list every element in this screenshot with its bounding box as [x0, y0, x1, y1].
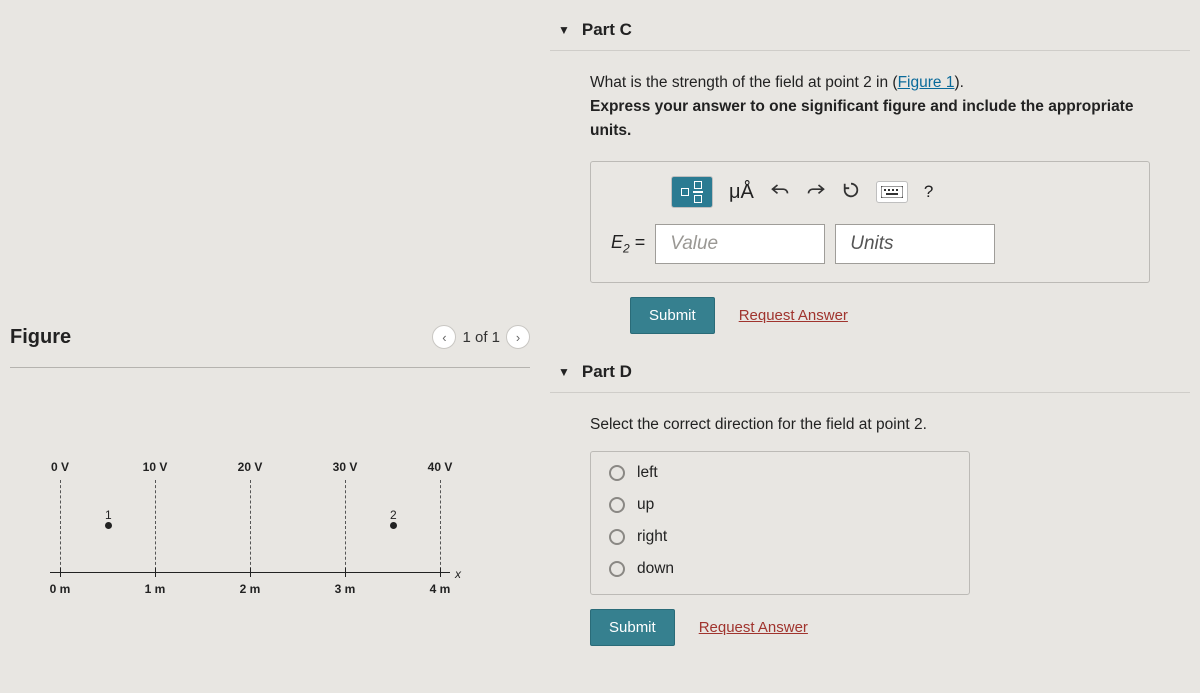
- undo-icon: [770, 182, 790, 198]
- radio-icon: [609, 561, 625, 577]
- figure-next-button[interactable]: ›: [506, 325, 530, 349]
- vline-label: 0 V: [51, 460, 69, 474]
- figure-counter: 1 of 1: [462, 329, 500, 346]
- keyboard-button[interactable]: [876, 181, 908, 203]
- part-c-instruction: Express your answer to one significant f…: [590, 95, 1170, 143]
- option-up[interactable]: up: [609, 496, 951, 514]
- submit-button-d[interactable]: Submit: [590, 609, 675, 646]
- point-2-label: 2: [390, 508, 397, 522]
- units-input[interactable]: Units: [835, 224, 995, 264]
- submit-button-c[interactable]: Submit: [630, 297, 715, 334]
- x-tick-label: 2 m: [240, 582, 261, 596]
- value-input[interactable]: Value: [655, 224, 825, 264]
- point-1: [105, 522, 112, 529]
- option-label: right: [637, 528, 667, 546]
- vline-label: 40 V: [428, 460, 453, 474]
- vline-label: 20 V: [238, 460, 263, 474]
- x-tick-label: 1 m: [145, 582, 166, 596]
- option-right[interactable]: right: [609, 528, 951, 546]
- part-d-prompt: Select the correct direction for the fie…: [590, 413, 1170, 437]
- vline-label: 10 V: [143, 460, 168, 474]
- option-down[interactable]: down: [609, 560, 951, 578]
- point-1-label: 1: [105, 508, 112, 522]
- direction-options: left up right down: [590, 451, 970, 595]
- redo-button[interactable]: [806, 182, 826, 203]
- special-char-button[interactable]: μÅ: [729, 181, 754, 204]
- part-d-title: Part D: [582, 362, 632, 382]
- option-label: down: [637, 560, 674, 578]
- figure-prev-button[interactable]: ‹: [432, 325, 456, 349]
- figure-title: Figure: [10, 326, 71, 349]
- variable-label: E2 =: [611, 232, 645, 256]
- request-answer-link-d[interactable]: Request Answer: [699, 619, 808, 636]
- part-c-prompt: What is the strength of the field at poi…: [590, 71, 1170, 95]
- x-tick-label: 3 m: [335, 582, 356, 596]
- option-label: up: [637, 496, 654, 514]
- help-button[interactable]: ?: [924, 182, 933, 202]
- figure-nav: ‹ 1 of 1 ›: [432, 325, 530, 349]
- part-d-header[interactable]: ▼ Part D: [550, 352, 1190, 393]
- equipotential-plot: 0 V 10 V 20 V 30 V 40 V 1 2 0 m 1 m 2 m …: [50, 460, 470, 620]
- keyboard-icon: [881, 186, 903, 198]
- answer-box-c: μÅ ? E2 = Value: [590, 161, 1150, 283]
- radio-icon: [609, 529, 625, 545]
- x-axis-name: x: [455, 567, 461, 581]
- radio-icon: [609, 497, 625, 513]
- caret-down-icon: ▼: [558, 23, 570, 37]
- answer-toolbar: μÅ ?: [671, 176, 1129, 208]
- reset-icon: [842, 181, 860, 199]
- vline-label: 30 V: [333, 460, 358, 474]
- option-label: left: [637, 464, 658, 482]
- x-tick-label: 0 m: [50, 582, 71, 596]
- part-c-header[interactable]: ▼ Part C: [550, 10, 1190, 51]
- redo-icon: [806, 182, 826, 198]
- fraction-template-button[interactable]: [671, 176, 713, 208]
- undo-button[interactable]: [770, 182, 790, 203]
- caret-down-icon: ▼: [558, 365, 570, 379]
- x-tick-label: 4 m: [430, 582, 451, 596]
- figure-1-link[interactable]: Figure 1: [898, 74, 955, 91]
- request-answer-link-c[interactable]: Request Answer: [739, 307, 848, 324]
- option-left[interactable]: left: [609, 464, 951, 482]
- point-2: [390, 522, 397, 529]
- part-c-title: Part C: [582, 20, 632, 40]
- reset-button[interactable]: [842, 181, 860, 204]
- radio-icon: [609, 465, 625, 481]
